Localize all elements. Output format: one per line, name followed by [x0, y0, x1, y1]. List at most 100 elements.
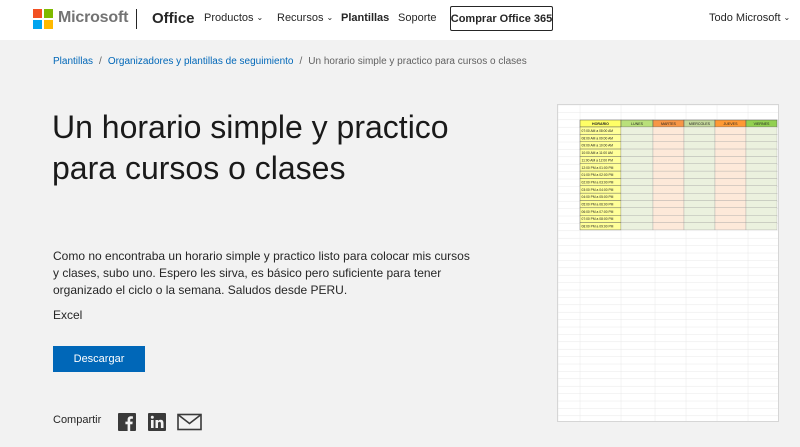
- chevron-down-icon: ⌄: [256, 13, 264, 22]
- schedule-cell: [683, 185, 716, 194]
- schedule-cell: [745, 185, 778, 194]
- chevron-down-icon: ⌄: [326, 13, 334, 22]
- time-label: 07:00 PM a 08:00 PM: [582, 217, 614, 221]
- time-label: 11:00 AM a 12:00 PM: [582, 158, 614, 162]
- schedule-cell: [745, 163, 778, 172]
- breadcrumb-separator: /: [299, 56, 303, 67]
- schedule-cell: [683, 156, 716, 164]
- schedule-cell: [745, 193, 778, 201]
- schedule-cell: [652, 156, 685, 164]
- schedule-cell: [745, 141, 778, 150]
- time-label: 03:00 PM a 04:00 PM: [582, 188, 614, 192]
- time-label: 04:00 PM a 05:00 PM: [582, 195, 614, 199]
- schedule-cell: [714, 215, 747, 223]
- time-label: 06:00 PM a 07:00 PM: [582, 210, 614, 214]
- schedule-cell: [620, 222, 654, 231]
- schedule-cell: [745, 148, 778, 157]
- schedule-cell: [683, 141, 716, 150]
- nav-recursos[interactable]: Recursos ⌄: [277, 12, 333, 24]
- schedule-cell: [714, 200, 747, 208]
- page-title: Un horario simple y practico para cursos…: [52, 109, 449, 186]
- schedule-cell: [620, 215, 654, 223]
- schedule-cell: [683, 193, 716, 201]
- time-label: 12:00 PM a 01:00 PM: [582, 166, 614, 170]
- schedule-cell: [714, 148, 747, 157]
- schedule-cell: [620, 207, 654, 216]
- schedule-cell: [745, 222, 778, 231]
- schedule-cell: [714, 141, 747, 150]
- nav-plantillas[interactable]: Plantillas: [341, 12, 389, 24]
- schedule-cell: [745, 134, 778, 142]
- schedule-cell: [620, 193, 654, 201]
- nav-recursos-label: Recursos: [277, 12, 324, 24]
- schedule-cell: [683, 215, 716, 223]
- schedule-cell: [714, 178, 747, 186]
- schedule-cell: [683, 178, 716, 186]
- schedule-cell: [745, 215, 778, 223]
- schedule-cell: [652, 148, 685, 157]
- chevron-down-icon: ⌄: [783, 13, 791, 22]
- schedule-cell: [652, 134, 685, 142]
- schedule-cell: [745, 178, 778, 186]
- schedule-cell: [714, 222, 747, 231]
- schedule-cell: [620, 148, 654, 157]
- schedule-cell: [683, 170, 716, 179]
- breadcrumb-separator: /: [99, 56, 102, 67]
- breadcrumb-organizadores[interactable]: Organizadores y plantillas de seguimient…: [108, 56, 294, 67]
- logo-square-green: [44, 9, 53, 18]
- time-label: 05:00 PM a 06:00 PM: [582, 203, 614, 207]
- schedule-cell: [714, 185, 747, 194]
- schedule-cell: [745, 200, 778, 208]
- breadcrumb: Plantillas / Organizadores y plantillas de…: [53, 56, 527, 67]
- nav-soporte[interactable]: Soporte: [398, 12, 437, 24]
- microsoft-logo-icon[interactable]: [33, 9, 53, 29]
- all-microsoft-label: Todo Microsoft: [709, 12, 781, 24]
- schedule-cell: [683, 134, 716, 142]
- time-label: 07:00 AM a 08:00 AM: [582, 129, 614, 133]
- logo-square-yellow: [44, 20, 53, 29]
- template-description: Como no encontraba un horario simple y p…: [53, 249, 470, 297]
- download-button[interactable]: Descargar: [53, 346, 145, 372]
- header-label: JUEVES: [724, 122, 739, 126]
- microsoft-wordmark[interactable]: Microsoft: [58, 9, 128, 27]
- email-icon[interactable]: [177, 413, 202, 436]
- schedule-cell: [683, 222, 716, 231]
- schedule-cell: [620, 126, 654, 135]
- time-label: 02:00 PM a 03:00 PM: [582, 180, 614, 184]
- nav-productos[interactable]: Productos ⌄: [204, 12, 263, 24]
- header-divider: [136, 9, 137, 29]
- schedule-cell: [652, 222, 685, 231]
- office-link[interactable]: Office: [152, 10, 195, 27]
- schedule-cell: [620, 141, 654, 150]
- app-name: Excel: [53, 308, 83, 322]
- schedule-cell: [745, 207, 778, 216]
- schedule-cell: [620, 163, 654, 172]
- logo-square-red: [33, 9, 42, 18]
- header-label: VIERNES: [754, 122, 770, 126]
- schedule-cell: [620, 134, 654, 142]
- schedule-cell: [652, 126, 685, 135]
- template-preview[interactable]: HORARIO LUNES MARTES MIERCOLES JUEVES VIERNES…: [557, 104, 779, 422]
- schedule-cell: [714, 170, 747, 179]
- facebook-icon[interactable]: [118, 413, 136, 436]
- breadcrumb-plantillas[interactable]: Plantillas: [53, 56, 93, 67]
- schedule-cell: [652, 185, 685, 194]
- schedule-cell: [620, 156, 654, 164]
- buy-office-button[interactable]: Comprar Office 365: [450, 6, 553, 31]
- schedule-cell: [714, 156, 747, 164]
- schedule-cell: [683, 148, 716, 157]
- schedule-cell: [652, 170, 685, 179]
- schedule-cell: [683, 207, 716, 216]
- breadcrumb-current: Un horario simple y practico para cursos…: [308, 56, 527, 67]
- header-label: MARTES: [661, 122, 677, 126]
- linkedin-icon[interactable]: [148, 413, 166, 436]
- site-header: Microsoft Office Productos ⌄ Recursos ⌄ Pl…: [0, 0, 800, 40]
- schedule-cell: [652, 215, 685, 223]
- time-label: 09:00 AM a 10:00 AM: [582, 144, 614, 148]
- time-label: 10:00 AM a 11:00 AM: [582, 151, 614, 155]
- schedule-cell: [620, 185, 654, 194]
- schedule-cell: [714, 193, 747, 201]
- time-label: 08:00 PM a 09:00 PM: [582, 225, 614, 229]
- header-label: MIERCOLES: [689, 122, 711, 126]
- all-microsoft-menu[interactable]: Todo Microsoft ⌄: [709, 12, 790, 24]
